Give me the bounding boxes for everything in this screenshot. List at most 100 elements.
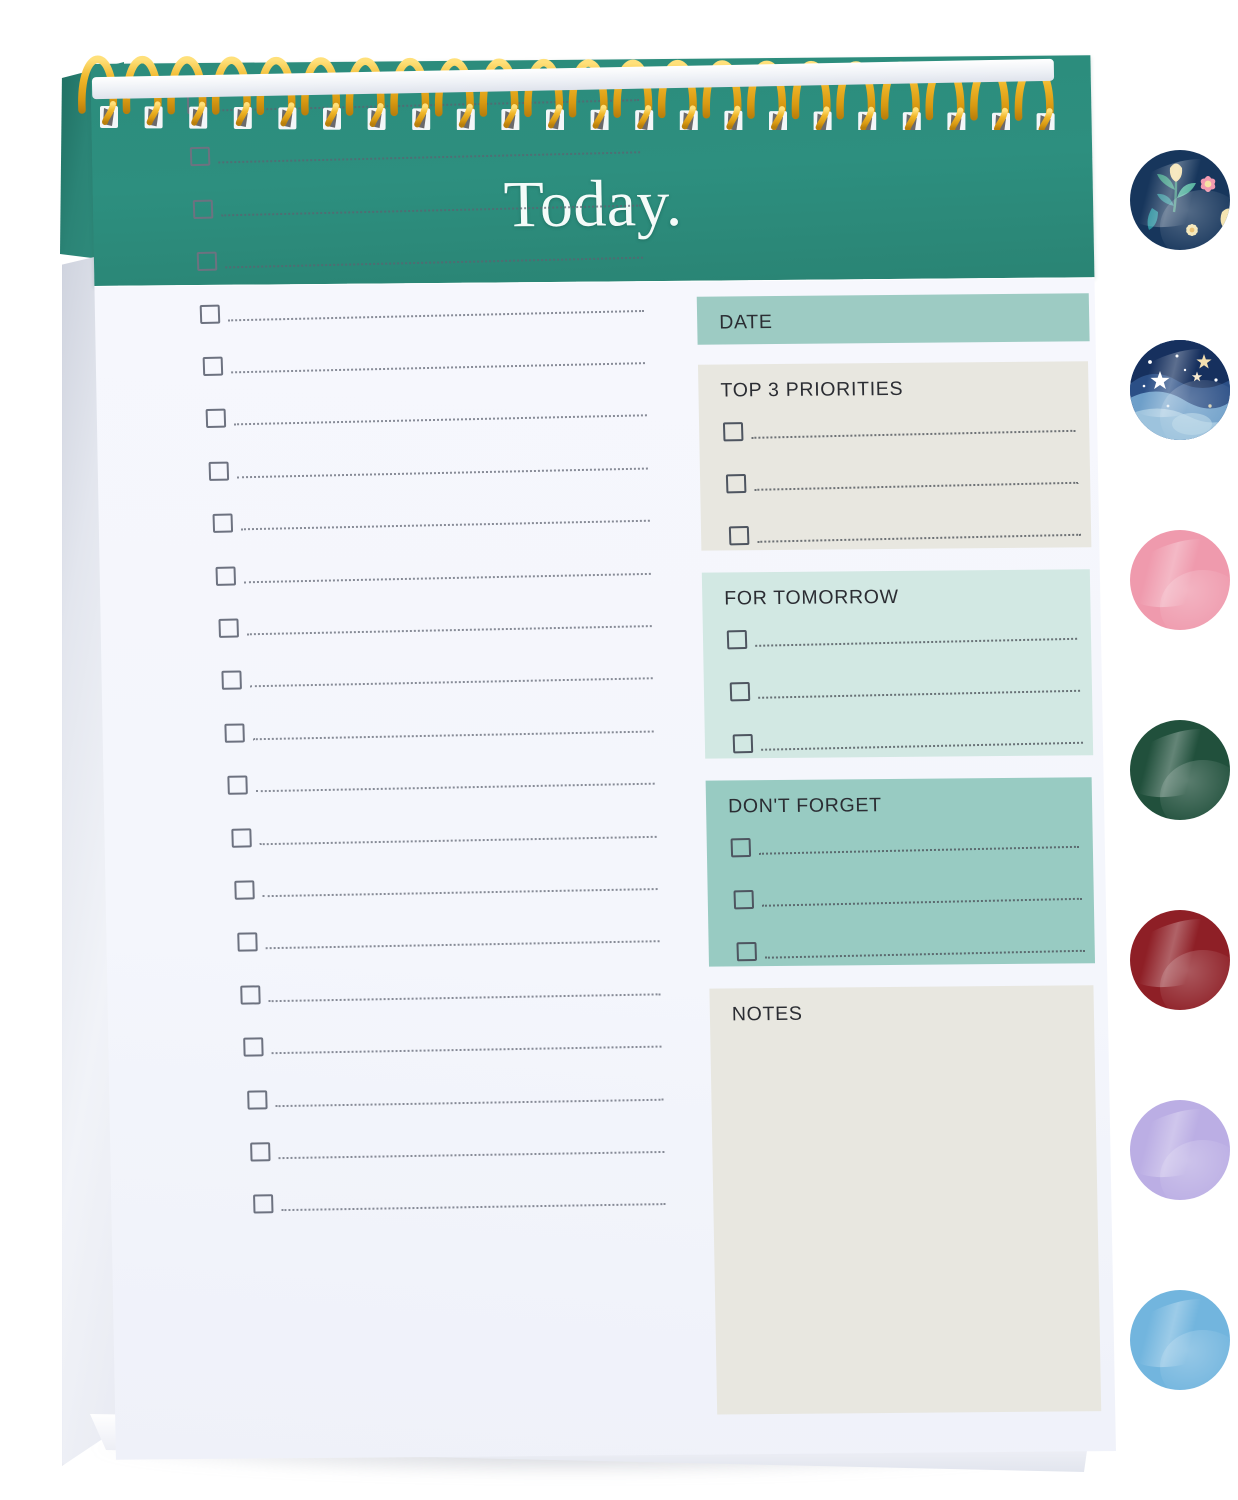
empty-checkbox-icon[interactable] bbox=[230, 827, 252, 848]
write-on-dotted-line[interactable] bbox=[259, 835, 657, 845]
checklist-row[interactable] bbox=[196, 251, 643, 272]
empty-checkbox-icon[interactable] bbox=[208, 461, 230, 481]
empty-checkbox-icon[interactable] bbox=[234, 880, 255, 900]
empty-checkbox-icon[interactable] bbox=[736, 941, 758, 962]
navy-floral-swatch[interactable] bbox=[1130, 150, 1230, 250]
checklist-row[interactable] bbox=[212, 513, 650, 534]
dark-green-swatch[interactable] bbox=[1130, 720, 1230, 820]
panel-row[interactable] bbox=[729, 681, 1081, 702]
write-on-dotted-line[interactable] bbox=[218, 151, 641, 164]
panel-notes[interactable]: NOTES bbox=[709, 985, 1102, 1415]
write-on-dotted-line[interactable] bbox=[234, 414, 647, 426]
empty-checkbox-icon[interactable] bbox=[199, 304, 221, 324]
empty-checkbox-icon[interactable] bbox=[215, 566, 236, 586]
empty-checkbox-icon[interactable] bbox=[227, 775, 249, 795]
write-on-dotted-line[interactable] bbox=[253, 730, 655, 741]
panel-row[interactable] bbox=[730, 837, 1079, 858]
checklist-row[interactable] bbox=[224, 723, 655, 744]
write-on-dotted-line[interactable] bbox=[754, 481, 1079, 491]
empty-checkbox-icon[interactable] bbox=[728, 525, 750, 546]
checklist-row[interactable] bbox=[243, 1037, 662, 1058]
panel-for-tomorrow[interactable]: FOR TOMORROW bbox=[701, 569, 1094, 759]
empty-checkbox-icon[interactable] bbox=[725, 474, 747, 494]
checklist-row[interactable] bbox=[199, 304, 645, 325]
checklist-row[interactable] bbox=[253, 1194, 666, 1215]
panel-top-3-priorities[interactable]: TOP 3 PRIORITIES bbox=[697, 361, 1092, 551]
panel-row[interactable] bbox=[736, 941, 1085, 962]
checklist-row[interactable] bbox=[189, 147, 641, 168]
pink-swatch[interactable] bbox=[1130, 530, 1230, 630]
empty-checkbox-icon[interactable] bbox=[253, 1194, 274, 1214]
write-on-dotted-line[interactable] bbox=[275, 1098, 663, 1107]
panel-row[interactable] bbox=[732, 733, 1084, 754]
empty-checkbox-icon[interactable] bbox=[196, 251, 217, 272]
empty-checkbox-icon[interactable] bbox=[224, 723, 246, 743]
write-on-dotted-line[interactable] bbox=[268, 993, 661, 1002]
write-on-dotted-line[interactable] bbox=[262, 888, 658, 898]
checklist-row[interactable] bbox=[230, 827, 657, 848]
empty-checkbox-icon[interactable] bbox=[243, 1037, 265, 1057]
write-on-dotted-line[interactable] bbox=[246, 625, 652, 636]
write-on-dotted-line[interactable] bbox=[758, 689, 1081, 699]
lavender-swatch[interactable] bbox=[1130, 1100, 1230, 1200]
empty-checkbox-icon[interactable] bbox=[732, 733, 754, 754]
empty-checkbox-icon[interactable] bbox=[218, 618, 239, 638]
empty-checkbox-icon[interactable] bbox=[193, 199, 214, 219]
empty-checkbox-icon[interactable] bbox=[212, 513, 233, 534]
write-on-dotted-line[interactable] bbox=[755, 637, 1078, 647]
write-on-dotted-line[interactable] bbox=[224, 256, 643, 269]
light-blue-swatch[interactable] bbox=[1130, 1290, 1230, 1390]
panel-date[interactable]: DATE bbox=[696, 293, 1090, 345]
write-on-dotted-line[interactable] bbox=[237, 467, 648, 479]
checklist-row[interactable] bbox=[202, 356, 646, 377]
panel-dont-forget[interactable]: DON'T FORGET bbox=[705, 777, 1096, 967]
panel-row[interactable] bbox=[725, 474, 1079, 494]
write-on-dotted-line[interactable] bbox=[278, 1150, 665, 1160]
empty-checkbox-icon[interactable] bbox=[246, 1089, 268, 1110]
write-on-dotted-line[interactable] bbox=[231, 362, 646, 374]
empty-checkbox-icon[interactable] bbox=[729, 681, 751, 702]
starry-night-swatch[interactable] bbox=[1130, 340, 1230, 440]
write-on-dotted-line[interactable] bbox=[221, 204, 642, 217]
write-on-dotted-line[interactable] bbox=[256, 782, 656, 793]
empty-checkbox-icon[interactable] bbox=[237, 932, 258, 953]
write-on-dotted-line[interactable] bbox=[761, 741, 1084, 751]
checklist-row[interactable] bbox=[221, 670, 653, 691]
write-on-dotted-line[interactable] bbox=[265, 940, 660, 950]
write-on-dotted-line[interactable] bbox=[764, 949, 1085, 959]
write-on-dotted-line[interactable] bbox=[761, 897, 1082, 907]
checklist-row[interactable] bbox=[234, 880, 658, 901]
panel-row[interactable] bbox=[726, 630, 1078, 650]
write-on-dotted-line[interactable] bbox=[249, 677, 653, 688]
write-on-dotted-line[interactable] bbox=[240, 519, 650, 531]
checklist-row[interactable] bbox=[246, 1089, 663, 1110]
panel-row[interactable] bbox=[728, 525, 1082, 546]
checklist-row[interactable] bbox=[208, 461, 648, 482]
dark-red-swatch[interactable] bbox=[1130, 910, 1230, 1010]
empty-checkbox-icon[interactable] bbox=[733, 889, 755, 910]
write-on-dotted-line[interactable] bbox=[751, 429, 1076, 439]
checklist-row[interactable] bbox=[227, 775, 656, 796]
write-on-dotted-line[interactable] bbox=[271, 1045, 662, 1055]
checklist-row[interactable] bbox=[193, 199, 642, 220]
write-on-dotted-line[interactable] bbox=[227, 309, 645, 321]
empty-checkbox-icon[interactable] bbox=[249, 1142, 271, 1162]
empty-checkbox-icon[interactable] bbox=[221, 670, 243, 691]
empty-checkbox-icon[interactable] bbox=[240, 985, 261, 1005]
checklist-row[interactable] bbox=[205, 408, 647, 429]
write-on-dotted-line[interactable] bbox=[757, 533, 1082, 543]
empty-checkbox-icon[interactable] bbox=[726, 630, 748, 650]
panel-row[interactable] bbox=[733, 889, 1082, 910]
panel-row[interactable] bbox=[722, 422, 1076, 442]
checklist-row[interactable] bbox=[215, 566, 651, 586]
empty-checkbox-icon[interactable] bbox=[730, 837, 752, 858]
empty-checkbox-icon[interactable] bbox=[205, 408, 227, 429]
empty-checkbox-icon[interactable] bbox=[722, 422, 744, 442]
checklist-row[interactable] bbox=[240, 985, 661, 1005]
write-on-dotted-line[interactable] bbox=[758, 845, 1079, 855]
checklist-row[interactable] bbox=[237, 932, 660, 953]
checklist-row[interactable] bbox=[218, 618, 652, 639]
checklist-row[interactable] bbox=[249, 1142, 665, 1163]
empty-checkbox-icon[interactable] bbox=[189, 147, 211, 167]
write-on-dotted-line[interactable] bbox=[243, 572, 651, 583]
